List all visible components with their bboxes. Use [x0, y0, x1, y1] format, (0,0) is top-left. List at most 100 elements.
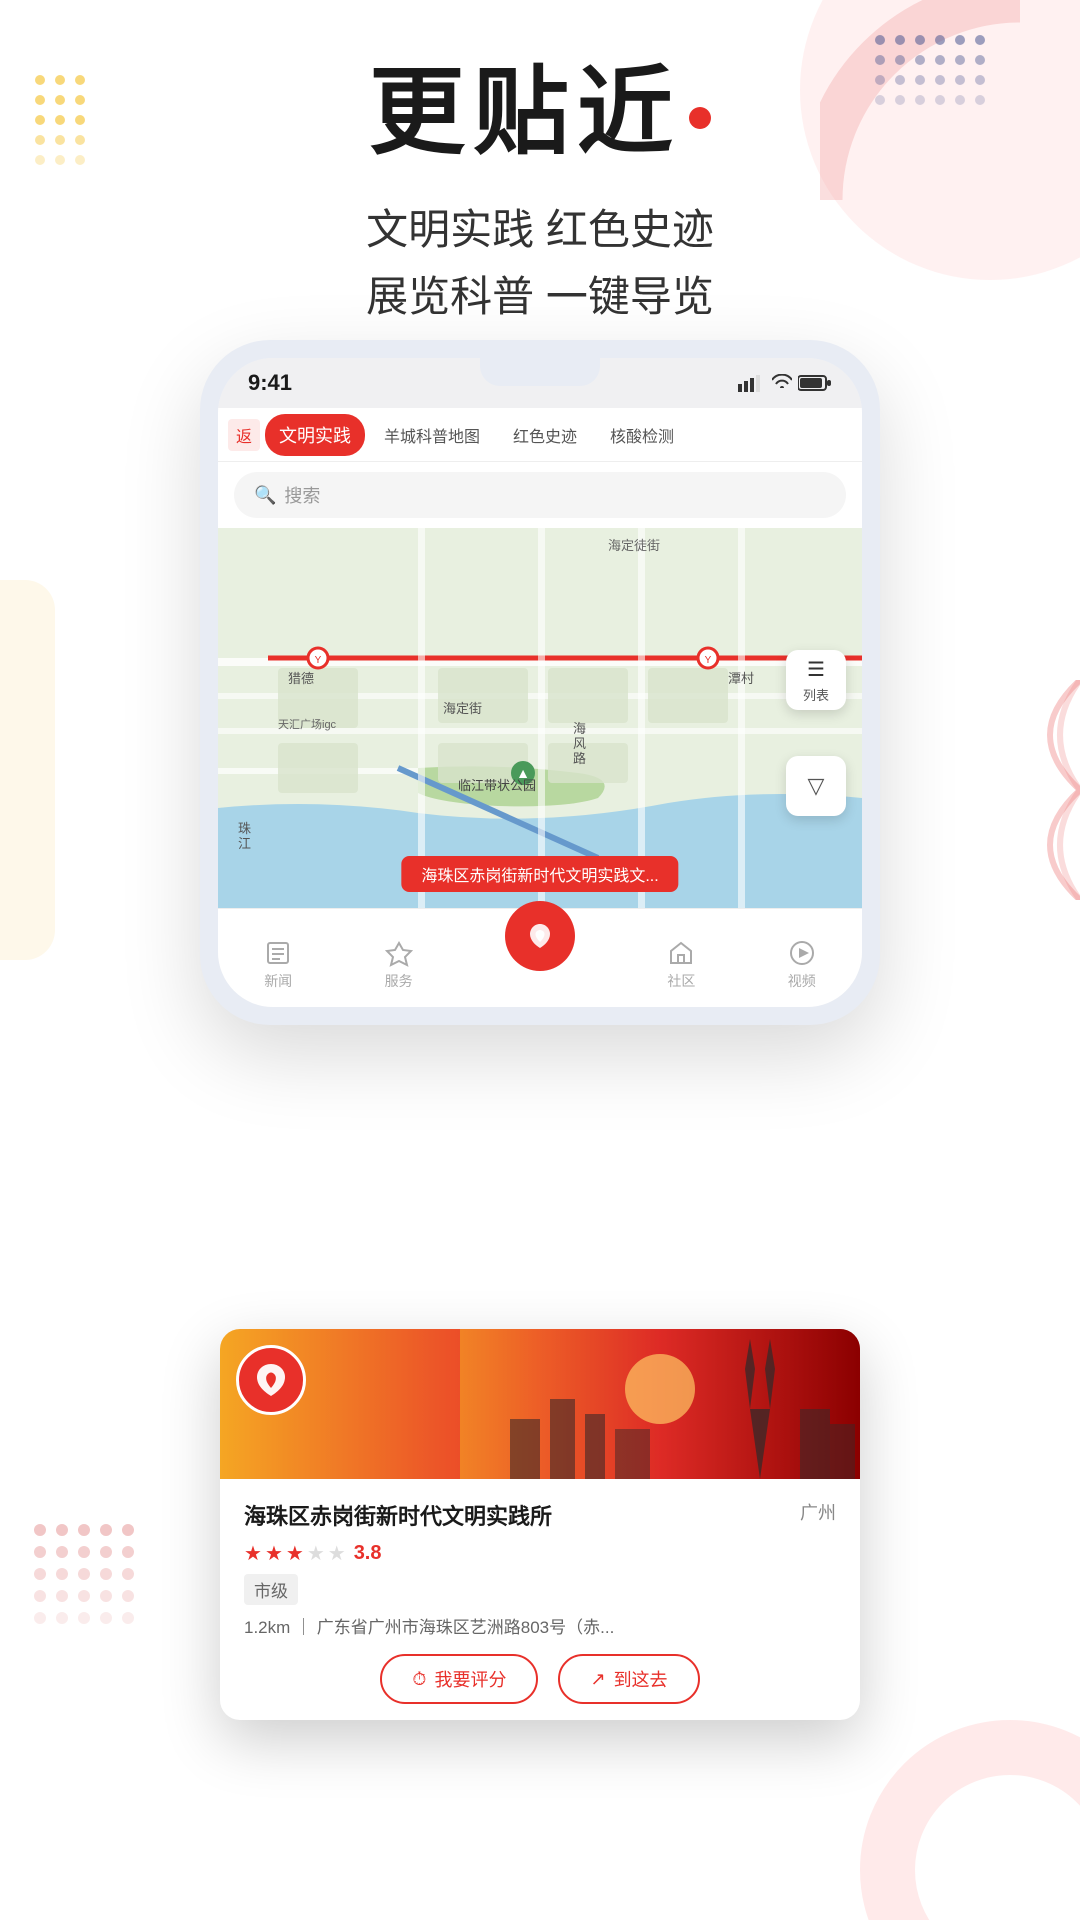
- card-level-text: 市级: [244, 1574, 298, 1605]
- tabs-row: 返 文明实践 羊城科普地图 红色史迹 核酸检测: [218, 408, 862, 462]
- news-icon: [264, 939, 292, 967]
- svg-text:江: 江: [238, 836, 251, 851]
- svg-text:天汇广场igc: 天汇广场igc: [278, 717, 337, 731]
- star-2: ★: [265, 1541, 283, 1566]
- tab-wenming[interactable]: 文明实践: [265, 414, 365, 456]
- wifi-icon: [772, 374, 792, 392]
- nav-community[interactable]: 社区: [667, 939, 695, 991]
- search-placeholder: 搜索: [284, 482, 320, 508]
- phone-inner: 9:41: [218, 358, 862, 1007]
- video-icon: [788, 939, 816, 967]
- svg-text:Y: Y: [315, 655, 322, 666]
- map-area[interactable]: Y Y ▲ 海定徒街 猎德 潭村 天汇广场igc 海定街 海: [218, 528, 862, 908]
- search-input-mock[interactable]: 🔍 搜索: [234, 472, 846, 518]
- card-address: 1.2km ｜ 广东省广州市海珠区艺洲路803号（赤...: [244, 1613, 836, 1638]
- card-address-text: 广东省广州市海珠区艺洲路803号（赤...: [317, 1618, 615, 1637]
- hero-section: 更贴近 文明实践 红色史迹 展览科普 一键导览: [0, 60, 1080, 330]
- nav-video-label: 视频: [788, 971, 816, 991]
- svg-text:路: 路: [573, 751, 586, 766]
- deco-dots-pink-bottom: [30, 1520, 150, 1660]
- navigate-icon: ↗: [590, 1669, 605, 1690]
- hero-title: 更贴近: [369, 60, 711, 166]
- card-city: 广州: [800, 1499, 836, 1525]
- tab-hesuan[interactable]: 核酸检测: [596, 415, 688, 455]
- card-logo: [236, 1345, 306, 1415]
- phone-time: 9:41: [248, 370, 292, 396]
- nav-center[interactable]: [505, 901, 575, 971]
- tab-yangcheng[interactable]: 羊城科普地图: [370, 415, 494, 455]
- deco-wave-right: [990, 680, 1080, 900]
- card-distance: 1.2km: [244, 1618, 290, 1637]
- phone-notch: [480, 358, 600, 386]
- phone-mockup: 9:41: [200, 340, 880, 1025]
- svg-text:海定徒街: 海定徒街: [608, 538, 660, 553]
- star-3: ★: [286, 1541, 304, 1566]
- card-title: 海珠区赤岗街新时代文明实践所: [244, 1499, 790, 1531]
- deco-yellow-bar: [0, 580, 55, 960]
- nav-video[interactable]: 视频: [788, 939, 816, 991]
- navigate-button[interactable]: ↗ 到这去: [558, 1654, 699, 1704]
- star-5: ★: [328, 1541, 346, 1566]
- search-icon: 🔍: [254, 485, 276, 506]
- card-logo-icon: [249, 1358, 294, 1403]
- card-address-divider: ｜: [295, 1618, 317, 1637]
- filter-button[interactable]: ▽: [786, 756, 846, 816]
- map-svg: Y Y ▲ 海定徒街 猎德 潭村 天汇广场igc 海定街 海: [218, 528, 862, 908]
- card-rating-row: ★ ★ ★ ★ ★ 3.8: [244, 1541, 836, 1566]
- hero-subtitle: 文明实践 红色史迹 展览科普 一键导览: [0, 196, 1080, 330]
- main-layout: 更贴近 文明实践 红色史迹 展览科普 一键导览 9:41: [0, 0, 1080, 1920]
- rate-label: 我要评分: [434, 1666, 506, 1692]
- svg-text:珠: 珠: [238, 821, 251, 836]
- card-image-area: [220, 1329, 860, 1479]
- phone-status-icons: [738, 374, 832, 392]
- center-fab: [505, 901, 575, 971]
- service-icon: [385, 939, 413, 967]
- card-level-badge: 市级: [244, 1574, 836, 1613]
- nav-news-label: 新闻: [264, 971, 292, 991]
- phone-container: 9:41: [200, 340, 880, 1025]
- hero-title-dot: [689, 107, 711, 129]
- search-bar: 🔍 搜索: [218, 462, 862, 528]
- tab-hongse[interactable]: 红色史迹: [499, 415, 591, 455]
- center-logo-icon: [520, 916, 560, 956]
- svg-text:Y: Y: [705, 655, 712, 666]
- svg-text:猎德: 猎德: [288, 671, 314, 686]
- deco-arc-bottom: [860, 1720, 1080, 1920]
- navigate-label: 到这去: [614, 1666, 668, 1692]
- stars: ★ ★ ★ ★ ★: [244, 1541, 346, 1566]
- svg-text:海: 海: [573, 721, 586, 736]
- list-label: 列表: [803, 685, 829, 704]
- hero-subtitle-line1: 文明实践 红色史迹: [0, 196, 1080, 263]
- nav-service[interactable]: 服务: [385, 939, 413, 991]
- bottom-nav: 新闻 服务: [218, 908, 862, 1007]
- star-1: ★: [244, 1541, 262, 1566]
- svg-text:海定街: 海定街: [443, 701, 482, 716]
- filter-icon: ▽: [808, 773, 825, 799]
- rate-icon: ⏱: [412, 1669, 426, 1690]
- rating-number: 3.8: [354, 1542, 382, 1565]
- floating-card: 海珠区赤岗街新时代文明实践所 广州 ★ ★ ★ ★ ★ 3.8 市级 1.2km…: [220, 1329, 860, 1720]
- nav-service-label: 服务: [385, 971, 413, 991]
- map-banner-button[interactable]: 海珠区赤岗街新时代文明实践文...: [401, 856, 678, 892]
- tab-back[interactable]: 返: [228, 419, 260, 451]
- list-button[interactable]: ☰ 列表: [786, 650, 846, 710]
- card-actions: ⏱ 我要评分 ↗ 到这去: [244, 1654, 836, 1704]
- list-icon: ☰: [807, 657, 825, 682]
- signal-icon: [738, 374, 766, 392]
- nav-news[interactable]: 新闻: [264, 939, 292, 991]
- nav-community-label: 社区: [667, 971, 695, 991]
- card-body: 海珠区赤岗街新时代文明实践所 广州 ★ ★ ★ ★ ★ 3.8 市级 1.2km…: [220, 1479, 860, 1720]
- hero-subtitle-line2: 展览科普 一键导览: [0, 263, 1080, 330]
- community-icon: [667, 939, 695, 967]
- svg-text:临江带状公园: 临江带状公园: [458, 778, 536, 793]
- rate-button[interactable]: ⏱ 我要评分: [380, 1654, 538, 1704]
- map-banner-text: 海珠区赤岗街新时代文明实践文...: [421, 868, 658, 885]
- svg-text:潭村: 潭村: [728, 671, 754, 686]
- cityscape-icon: [460, 1329, 860, 1479]
- battery-icon: [798, 374, 832, 392]
- phone-notch-bar: 9:41: [218, 358, 862, 408]
- card-header: 海珠区赤岗街新时代文明实践所 广州: [244, 1499, 836, 1531]
- star-4: ★: [307, 1541, 325, 1566]
- hero-title-text: 更贴近: [369, 60, 681, 166]
- svg-text:风: 风: [573, 736, 586, 751]
